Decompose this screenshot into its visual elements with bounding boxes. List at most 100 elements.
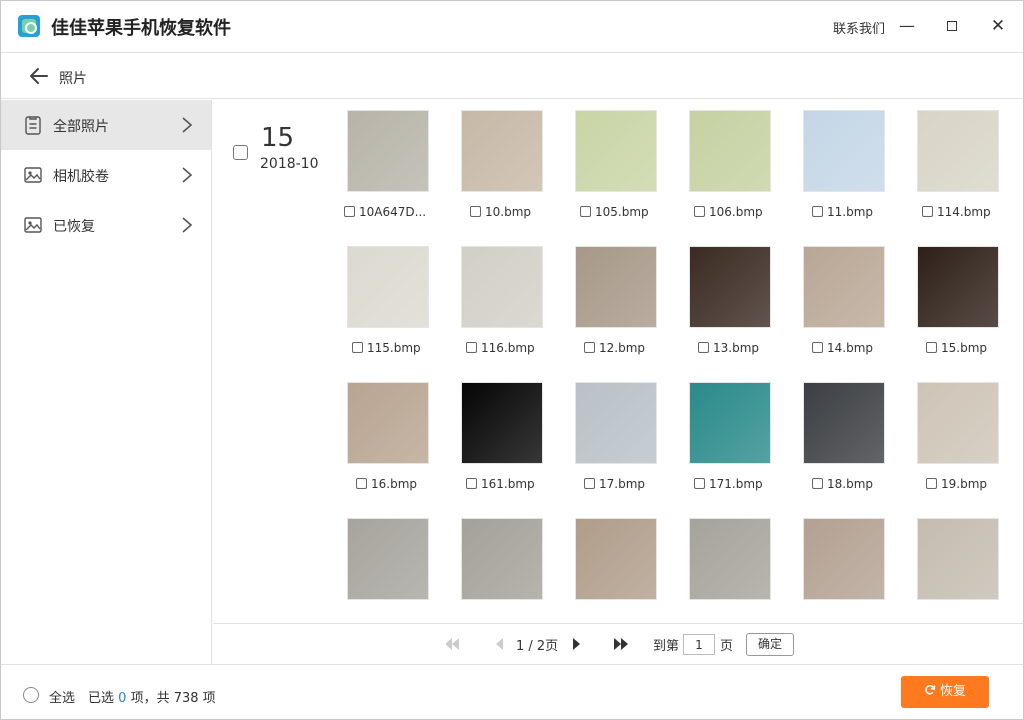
photo-thumbnail[interactable] (689, 110, 771, 192)
photo-thumbnail[interactable] (689, 518, 771, 600)
photo-thumbnail[interactable] (461, 382, 543, 464)
clipboard-icon (25, 116, 41, 135)
photo-caption: 13.bmp (698, 341, 808, 355)
photo-thumbnail[interactable] (803, 382, 885, 464)
photo-checkbox[interactable] (584, 342, 595, 353)
footer: 全选 已选 0 项，共 738 项 恢复 (1, 664, 1023, 719)
chevron-right-icon (182, 217, 193, 233)
photo-caption: 14.bmp (812, 341, 922, 355)
photo-thumbnail[interactable] (689, 246, 771, 328)
photo-thumbnail[interactable] (347, 518, 429, 600)
page-number-input[interactable] (683, 634, 715, 655)
photo-thumbnail[interactable] (575, 518, 657, 600)
photo-thumbnail[interactable] (803, 518, 885, 600)
photo-checkbox[interactable] (694, 478, 705, 489)
sidebar-item-all-photos[interactable]: 全部照片 (1, 100, 211, 150)
photo-filename: 12.bmp (599, 341, 646, 355)
image-icon (24, 167, 42, 183)
photo-filename: 10.bmp (485, 205, 532, 219)
page-suffix: 页 (720, 639, 734, 654)
photo-thumbnail[interactable] (803, 110, 885, 192)
image-icon (24, 217, 42, 233)
photo-thumbnail[interactable] (689, 382, 771, 464)
photo-filename: 161.bmp (481, 477, 535, 491)
photo-checkbox[interactable] (698, 342, 709, 353)
goto-label: 到第 (653, 639, 680, 654)
minimize-button[interactable]: — (892, 11, 922, 41)
photo-thumbnail[interactable] (917, 382, 999, 464)
photo-checkbox[interactable] (466, 478, 477, 489)
photo-filename: 10A647D... (359, 205, 427, 219)
photo-caption: 171.bmp (694, 477, 804, 491)
page-title: 照片 (59, 71, 87, 87)
photo-filename: 19.bmp (941, 477, 988, 491)
photo-thumbnail[interactable] (575, 246, 657, 328)
last-page-icon[interactable] (614, 637, 628, 651)
photo-checkbox[interactable] (352, 342, 363, 353)
photo-thumbnail[interactable] (917, 246, 999, 328)
photo-caption: 16.bmp (356, 477, 466, 491)
app-title: 佳佳苹果手机恢复软件 (51, 18, 231, 39)
photo-thumbnail[interactable] (575, 110, 657, 192)
photo-thumbnail[interactable] (347, 382, 429, 464)
photo-filename: 171.bmp (709, 477, 763, 491)
photo-thumbnail[interactable] (461, 518, 543, 600)
photo-checkbox[interactable] (470, 206, 481, 217)
photo-thumbnail[interactable] (347, 246, 429, 328)
photo-thumbnail[interactable] (461, 246, 543, 328)
recover-button[interactable]: 恢复 (901, 676, 989, 708)
photo-thumbnail[interactable] (917, 110, 999, 192)
title-bar: 佳佳苹果手机恢复软件 联系我们 — ✕ (1, 1, 1023, 53)
photo-checkbox[interactable] (580, 206, 591, 217)
photo-checkbox[interactable] (694, 206, 705, 217)
sidebar-item-label: 全部照片 (53, 119, 109, 135)
photo-caption: 10.bmp (470, 205, 580, 219)
recover-label: 恢复 (939, 684, 966, 699)
photo-thumbnail[interactable] (347, 110, 429, 192)
photo-checkbox[interactable] (466, 342, 477, 353)
group-checkbox[interactable] (233, 145, 248, 160)
maximize-button[interactable] (937, 11, 967, 41)
photo-checkbox[interactable] (926, 342, 937, 353)
photo-thumbnail[interactable] (461, 110, 543, 192)
photo-thumbnail[interactable] (803, 246, 885, 328)
chevron-right-icon (182, 117, 193, 133)
arrow-left-icon[interactable] (29, 66, 49, 86)
sidebar-item-camera-roll[interactable]: 相机胶卷 (1, 150, 211, 200)
group-day: 15 (261, 123, 295, 153)
photo-filename: 105.bmp (595, 205, 649, 219)
photo-checkbox[interactable] (926, 478, 937, 489)
sidebar-item-recovered[interactable]: 已恢复 (1, 200, 211, 250)
photo-filename: 114.bmp (937, 205, 991, 219)
photo-checkbox[interactable] (356, 478, 367, 489)
photo-thumbnail[interactable] (917, 518, 999, 600)
photo-caption: 115.bmp (352, 341, 462, 355)
photo-checkbox[interactable] (812, 478, 823, 489)
photo-caption: 15.bmp (926, 341, 1023, 355)
photo-caption: 17.bmp (584, 477, 694, 491)
photo-checkbox[interactable] (812, 342, 823, 353)
first-page-icon[interactable] (446, 637, 460, 651)
photo-caption: 116.bmp (466, 341, 576, 355)
photo-filename: 13.bmp (713, 341, 760, 355)
photo-caption: 106.bmp (694, 205, 804, 219)
photo-checkbox[interactable] (584, 478, 595, 489)
selected-suffix: 项，共 738 项 (130, 691, 216, 706)
photo-thumbnail[interactable] (575, 382, 657, 464)
group-month: 2018-10 (260, 156, 319, 172)
photo-checkbox[interactable] (922, 206, 933, 217)
contact-us-link[interactable]: 联系我们 (833, 18, 885, 37)
chevron-right-icon (182, 167, 193, 183)
select-all-radio[interactable] (23, 687, 39, 703)
photo-caption: 105.bmp (580, 205, 690, 219)
select-all-label: 全选 (49, 691, 76, 706)
next-page-icon[interactable] (569, 637, 583, 651)
confirm-button[interactable]: 确定 (746, 633, 794, 656)
selected-count: 0 (118, 691, 127, 706)
page-indicator: 1 / 2页 (516, 639, 559, 654)
photo-checkbox[interactable] (812, 206, 823, 217)
close-button[interactable]: ✕ (983, 11, 1013, 41)
maximize-icon (947, 21, 957, 31)
photo-checkbox[interactable] (344, 206, 355, 217)
prev-page-icon[interactable] (493, 637, 507, 651)
